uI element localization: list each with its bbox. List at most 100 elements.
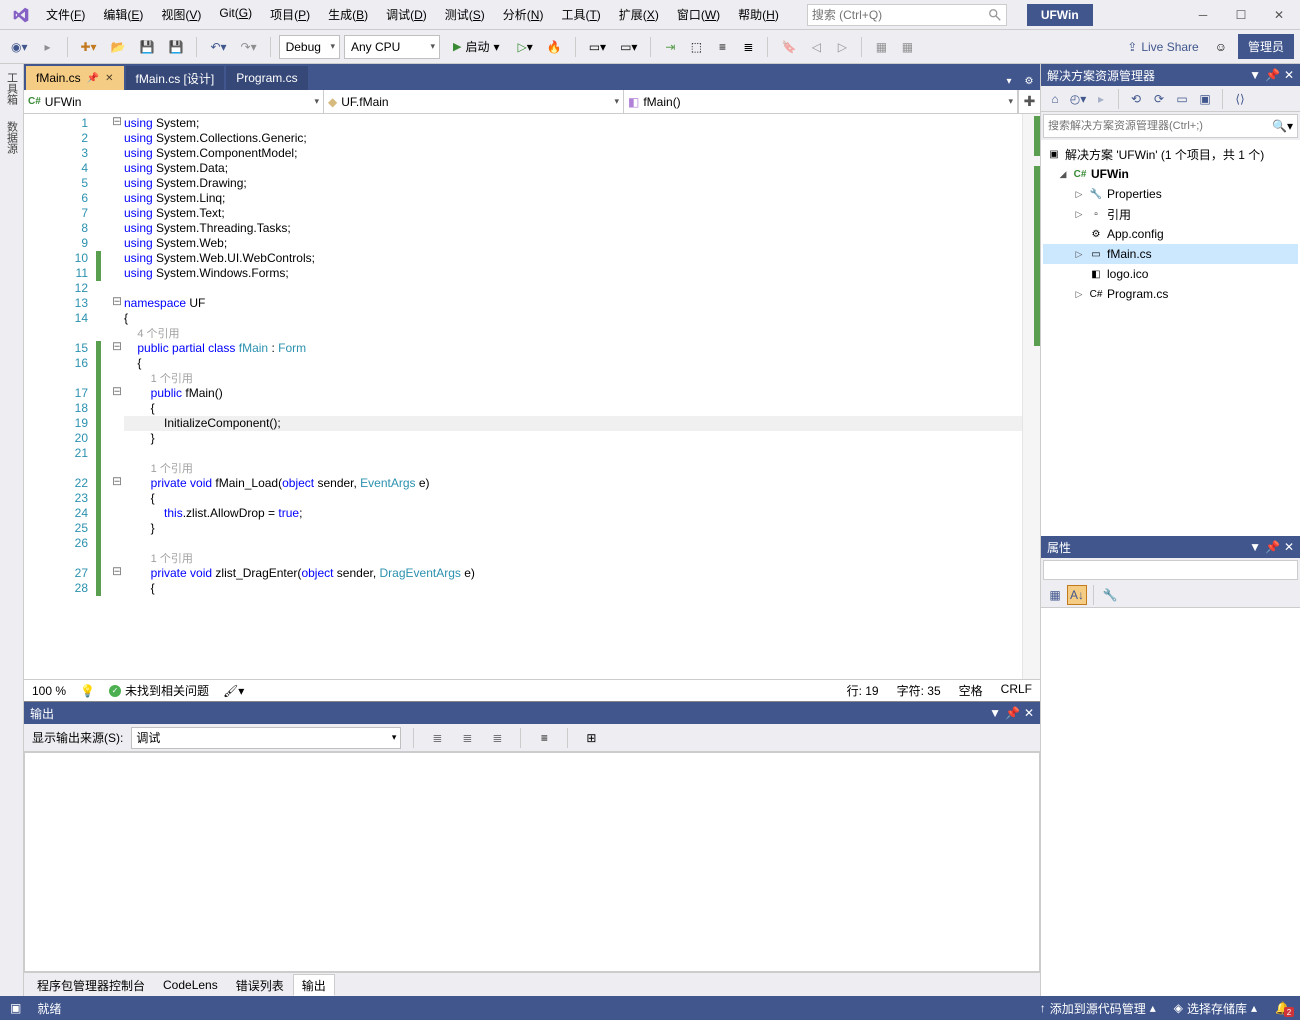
save-all-button[interactable]: 💾: [163, 35, 188, 59]
se-collapse-icon[interactable]: ▣: [1195, 89, 1215, 109]
se-properties-icon[interactable]: ⟨⟩: [1230, 89, 1250, 109]
menu-调试(D)[interactable]: 调试(D): [378, 2, 435, 27]
props-pin-icon[interactable]: 📌: [1265, 540, 1280, 554]
panel-pin-icon[interactable]: 📌: [1005, 706, 1020, 720]
output-source-select[interactable]: 调试: [131, 727, 401, 749]
menu-分析(N)[interactable]: 分析(N): [495, 2, 552, 27]
feedback-icon[interactable]: ☺: [1210, 35, 1232, 59]
menu-生成(B)[interactable]: 生成(B): [320, 2, 376, 27]
misc-icon-2[interactable]: ▦: [896, 35, 918, 59]
out-btn-3[interactable]: ≣: [486, 726, 508, 750]
se-sync-icon[interactable]: ⟲: [1126, 89, 1146, 109]
tab-settings-icon[interactable]: ⚙: [1020, 72, 1038, 90]
nav-scope[interactable]: C# UFWin: [24, 90, 324, 113]
step-icon-2[interactable]: ⬚: [685, 35, 707, 59]
tree-solution[interactable]: ▣解决方案 'UFWin' (1 个项目，共 1 个): [1043, 144, 1298, 164]
bm-prev-icon[interactable]: ◁: [805, 35, 827, 59]
close-icon[interactable]: ✕: [105, 73, 113, 84]
se-search-input[interactable]: [1048, 120, 1272, 132]
bottom-tab[interactable]: 输出: [293, 974, 335, 996]
menu-项目(P)[interactable]: 项目(P): [262, 2, 318, 27]
bottom-tab[interactable]: 程序包管理器控制台: [28, 974, 154, 996]
panel-close-icon[interactable]: ✕: [1024, 706, 1034, 720]
vtab-toolbox[interactable]: 工具箱: [2, 68, 22, 109]
out-btn-5[interactable]: ⊞: [580, 726, 602, 750]
panel-dropdown-icon[interactable]: ▼: [989, 706, 1001, 720]
se-home-icon[interactable]: ⌂: [1045, 89, 1065, 109]
maximize-button[interactable]: ☐: [1224, 2, 1258, 28]
menu-扩展(X)[interactable]: 扩展(X): [611, 2, 667, 27]
start-button[interactable]: ▶启动 ▾: [444, 35, 509, 59]
split-button[interactable]: ✚: [1018, 90, 1040, 113]
props-cat-icon[interactable]: ▦: [1045, 585, 1065, 605]
hot-reload-button[interactable]: 🔥: [542, 35, 567, 59]
se-pin-icon[interactable]: 📌: [1265, 68, 1280, 82]
bottom-tab[interactable]: 错误列表: [227, 974, 293, 996]
se-refresh-icon[interactable]: ⟳: [1149, 89, 1169, 109]
global-search[interactable]: [807, 4, 1007, 26]
se-close-icon[interactable]: ✕: [1284, 68, 1294, 82]
out-btn-4[interactable]: ≡: [533, 726, 555, 750]
configuration-select[interactable]: Debug: [279, 35, 340, 59]
se-tb-2[interactable]: ◴▾: [1068, 89, 1088, 109]
se-showall-icon[interactable]: ▭: [1172, 89, 1192, 109]
menu-文件(F)[interactable]: 文件(F): [38, 2, 93, 27]
nav-member[interactable]: ◧ fMain(): [624, 90, 1018, 113]
tree-item[interactable]: ⚙App.config: [1043, 224, 1298, 244]
out-btn-2[interactable]: ≣: [456, 726, 478, 750]
step-icon-3[interactable]: ≡: [711, 35, 733, 59]
nav-back-button[interactable]: ◉▾: [6, 35, 33, 59]
platform-select[interactable]: Any CPU: [344, 35, 440, 59]
open-button[interactable]: 📂: [106, 35, 131, 59]
doc-tab[interactable]: Program.cs: [226, 66, 307, 90]
bm-next-icon[interactable]: ▷: [831, 35, 853, 59]
brush-icon[interactable]: 🖌▾: [223, 684, 244, 698]
menu-窗口(W)[interactable]: 窗口(W): [669, 2, 728, 27]
step-icon-1[interactable]: ⇥: [659, 35, 681, 59]
misc-icon-1[interactable]: ▦: [870, 35, 892, 59]
tree-item[interactable]: ▷▭fMain.cs: [1043, 244, 1298, 264]
step-icon-4[interactable]: ≣: [737, 35, 759, 59]
doc-tab[interactable]: fMain.cs [设计]: [126, 66, 225, 90]
menu-工具(T)[interactable]: 工具(T): [553, 2, 608, 27]
sb-source-control[interactable]: ↑ 添加到源代码管理 ▴: [1040, 1000, 1156, 1017]
output-body[interactable]: [24, 752, 1040, 972]
se-search[interactable]: 🔍▾: [1043, 114, 1298, 138]
overview-ruler[interactable]: [1022, 114, 1040, 679]
liveshare-button[interactable]: ⇪ Live Share: [1122, 35, 1203, 59]
start-nodebug-button[interactable]: ▷▾: [512, 35, 537, 59]
se-dropdown-icon[interactable]: ▼: [1249, 68, 1261, 82]
indent-mode[interactable]: 空格: [959, 682, 983, 699]
doc-tab[interactable]: fMain.cs📌✕: [26, 66, 124, 90]
menu-编辑(E)[interactable]: 编辑(E): [95, 2, 151, 27]
zoom-level[interactable]: 100 %: [32, 684, 66, 698]
out-btn-1[interactable]: ≣: [426, 726, 448, 750]
eol-mode[interactable]: CRLF: [1001, 682, 1032, 699]
menu-测试(S)[interactable]: 测试(S): [437, 2, 493, 27]
menu-帮助(H)[interactable]: 帮助(H): [730, 2, 787, 27]
props-close-icon[interactable]: ✕: [1284, 540, 1294, 554]
code-editor[interactable]: 1234567891011121314151617181920212223242…: [24, 114, 1040, 679]
tab-overflow-icon[interactable]: ▾: [1000, 72, 1018, 90]
panel-icon-2[interactable]: ▭▾: [615, 35, 642, 59]
minimize-button[interactable]: ─: [1186, 2, 1220, 28]
pin-icon[interactable]: 📌: [87, 73, 99, 84]
se-tb-3[interactable]: ▸: [1091, 89, 1111, 109]
lightbulb-icon[interactable]: 💡: [80, 684, 95, 698]
menu-视图(V)[interactable]: 视图(V): [153, 2, 209, 27]
props-wrench-icon[interactable]: 🔧: [1100, 585, 1120, 605]
nav-class[interactable]: ◆ UF.fMain: [324, 90, 624, 113]
tree-item[interactable]: ◧logo.ico: [1043, 264, 1298, 284]
props-grid[interactable]: [1041, 608, 1300, 996]
undo-button[interactable]: ↶▾: [205, 35, 231, 59]
solution-tree[interactable]: ▣解决方案 'UFWin' (1 个项目，共 1 个)◢C#UFWin▷🔧Pro…: [1041, 140, 1300, 536]
props-az-icon[interactable]: A↓: [1067, 585, 1087, 605]
panel-icon-1[interactable]: ▭▾: [584, 35, 611, 59]
tree-item[interactable]: ▷▫引用: [1043, 204, 1298, 224]
sb-notifications[interactable]: 🔔2: [1275, 1001, 1290, 1015]
tree-item[interactable]: ▷C#Program.cs: [1043, 284, 1298, 304]
tree-item[interactable]: ▷🔧Properties: [1043, 184, 1298, 204]
save-button[interactable]: 💾: [135, 35, 160, 59]
menu-Git(G)[interactable]: Git(G): [211, 2, 260, 27]
sb-repo[interactable]: ◈ 选择存储库 ▴: [1174, 1000, 1257, 1017]
